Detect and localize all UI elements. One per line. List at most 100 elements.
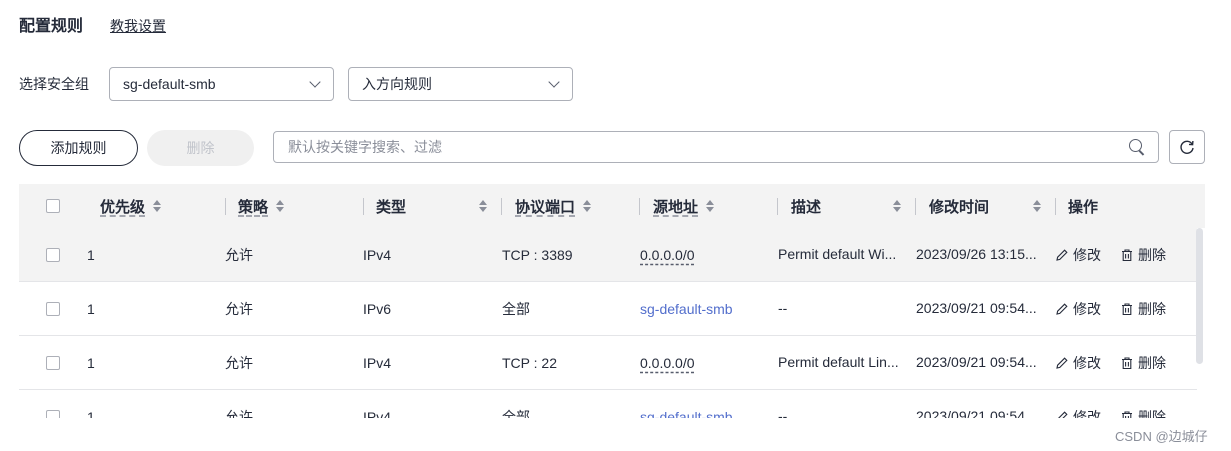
col-type-label: 类型: [376, 198, 407, 216]
cell-source[interactable]: sg-default-smb: [640, 390, 770, 419]
col-description-filter[interactable]: [885, 184, 902, 228]
cell-source: 0.0.0.0/0: [640, 336, 770, 389]
table-row[interactable]: 1 允许 IPv4 全部 sg-default-smb -- 2023/09/21 09:5…: [19, 390, 1197, 418]
trash-icon: [1122, 410, 1132, 418]
cell-actions: 修改 删除: [1055, 282, 1195, 335]
direction-select[interactable]: 入方向规则: [348, 67, 573, 101]
cell-priority: 1: [87, 408, 95, 419]
cell-priority: 1: [87, 246, 95, 263]
column-divider: [639, 198, 640, 215]
refresh-button[interactable]: [1169, 130, 1205, 164]
cell-source[interactable]: sg-default-smb: [640, 282, 770, 335]
column-divider: [777, 198, 778, 215]
delete-row-button[interactable]: 删除: [1120, 407, 1166, 419]
column-divider: [915, 198, 916, 215]
add-rule-button[interactable]: 添加规则: [19, 130, 138, 166]
col-priority[interactable]: 优先级: [100, 184, 162, 228]
col-modified-time-sort[interactable]: [1025, 184, 1042, 228]
source-value: 0.0.0.0/0: [640, 246, 695, 263]
security-group-label: 选择安全组: [19, 76, 89, 92]
col-protocol-port[interactable]: 协议端口: [515, 184, 592, 228]
row-checkbox[interactable]: [46, 409, 60, 418]
col-source[interactable]: 源地址: [653, 184, 715, 228]
filter-icon[interactable]: [892, 200, 902, 212]
delete-row-button[interactable]: 删除: [1120, 299, 1166, 319]
sort-icon[interactable]: [705, 200, 715, 212]
column-divider: [363, 198, 364, 215]
cell-protocol-port: 全部: [502, 408, 530, 419]
cell-protocol-port: TCP : 22: [502, 354, 557, 371]
trash-icon: [1122, 302, 1132, 315]
column-divider: [225, 198, 226, 215]
cell-type: IPv4: [363, 408, 392, 419]
table-row[interactable]: 1 允许 IPv4 TCP : 22 0.0.0.0/0 Permit default L…: [19, 336, 1197, 390]
cell-source: 0.0.0.0/0: [640, 228, 770, 281]
row-checkbox[interactable]: [46, 355, 60, 370]
col-protocol-port-label: 协议端口: [515, 198, 576, 216]
refresh-icon: [1180, 140, 1194, 154]
cell-modified-time: 2023/09/21 09:54...: [916, 354, 1037, 370]
toolbar: 添加规则 删除 默认按关键字搜索、过滤: [19, 130, 1205, 166]
source-value: 0.0.0.0/0: [640, 354, 695, 371]
edit-icon: [1056, 248, 1068, 261]
rules-table: 优先级 策略 类型 协议端口 源地址 描述 修改时间 操作 1 允许 IPv4 …: [19, 184, 1205, 418]
row-checkbox-cell: [46, 336, 60, 389]
cell-modified-time: 2023/09/21 09:54...: [916, 300, 1037, 316]
trash-icon: [1122, 356, 1132, 369]
delete-button[interactable]: 删除: [147, 130, 254, 166]
cell-policy: 允许: [225, 246, 253, 263]
edit-label: 修改: [1073, 354, 1101, 371]
source-value[interactable]: sg-default-smb: [640, 409, 733, 419]
edit-label: 修改: [1073, 408, 1101, 419]
sort-icon[interactable]: [1032, 200, 1042, 212]
edit-button[interactable]: 修改: [1055, 407, 1101, 419]
security-group-select[interactable]: sg-default-smb: [109, 67, 334, 101]
edit-button[interactable]: 修改: [1055, 299, 1101, 319]
filter-row: 选择安全组 sg-default-smb 入方向规则: [19, 67, 573, 101]
cell-policy: 允许: [225, 300, 253, 317]
sort-icon[interactable]: [275, 200, 285, 212]
row-checkbox[interactable]: [46, 247, 60, 262]
cell-modified-time: 2023/09/21 09:54...: [916, 408, 1037, 418]
table-row[interactable]: 1 允许 IPv4 TCP : 3389 0.0.0.0/0 Permit default…: [19, 228, 1197, 282]
guide-link[interactable]: 教我设置: [110, 16, 166, 36]
trash-icon: [1122, 248, 1132, 261]
row-checkbox-cell: [46, 282, 60, 335]
delete-row-button[interactable]: 删除: [1120, 245, 1166, 265]
col-type: 类型: [376, 184, 406, 228]
edit-button[interactable]: 修改: [1055, 245, 1101, 265]
search-placeholder: 默认按关键字搜索、过滤: [288, 139, 442, 155]
cell-actions: 修改 删除: [1055, 336, 1195, 389]
sort-icon[interactable]: [152, 200, 162, 212]
row-checkbox-cell: [46, 228, 60, 281]
edit-label: 修改: [1073, 300, 1101, 317]
page-header: 配置规则 教我设置: [19, 12, 166, 36]
search-icon[interactable]: [1128, 138, 1146, 156]
sort-icon[interactable]: [582, 200, 592, 212]
delete-label: 删除: [1138, 408, 1166, 419]
select-all-checkbox[interactable]: [46, 199, 60, 213]
col-description-label: 描述: [791, 198, 822, 216]
table-row[interactable]: 1 允许 IPv6 全部 sg-default-smb -- 2023/09/21 09:5…: [19, 282, 1197, 336]
col-actions-label: 操作: [1068, 198, 1099, 216]
delete-row-button[interactable]: 删除: [1120, 353, 1166, 373]
cell-policy: 允许: [225, 354, 253, 371]
security-group-value: sg-default-smb: [123, 76, 216, 92]
cell-description: --: [778, 408, 788, 418]
filter-icon[interactable]: [478, 200, 488, 212]
col-type-filter[interactable]: [471, 184, 488, 228]
cell-type: IPv4: [363, 354, 392, 371]
edit-button[interactable]: 修改: [1055, 353, 1101, 373]
source-value[interactable]: sg-default-smb: [640, 301, 733, 317]
chevron-down-icon: [309, 78, 321, 90]
col-policy[interactable]: 策略: [238, 184, 285, 228]
cell-description: --: [778, 300, 788, 316]
search-input[interactable]: 默认按关键字搜索、过滤: [273, 131, 1159, 163]
select-all-cell: [46, 184, 60, 228]
col-description: 描述: [791, 184, 821, 228]
row-checkbox-cell: [46, 390, 60, 418]
cell-description: Permit default Wi...: [778, 246, 897, 262]
row-checkbox[interactable]: [46, 301, 60, 316]
scrollbar[interactable]: [1196, 228, 1203, 364]
col-policy-label: 策略: [238, 198, 269, 216]
